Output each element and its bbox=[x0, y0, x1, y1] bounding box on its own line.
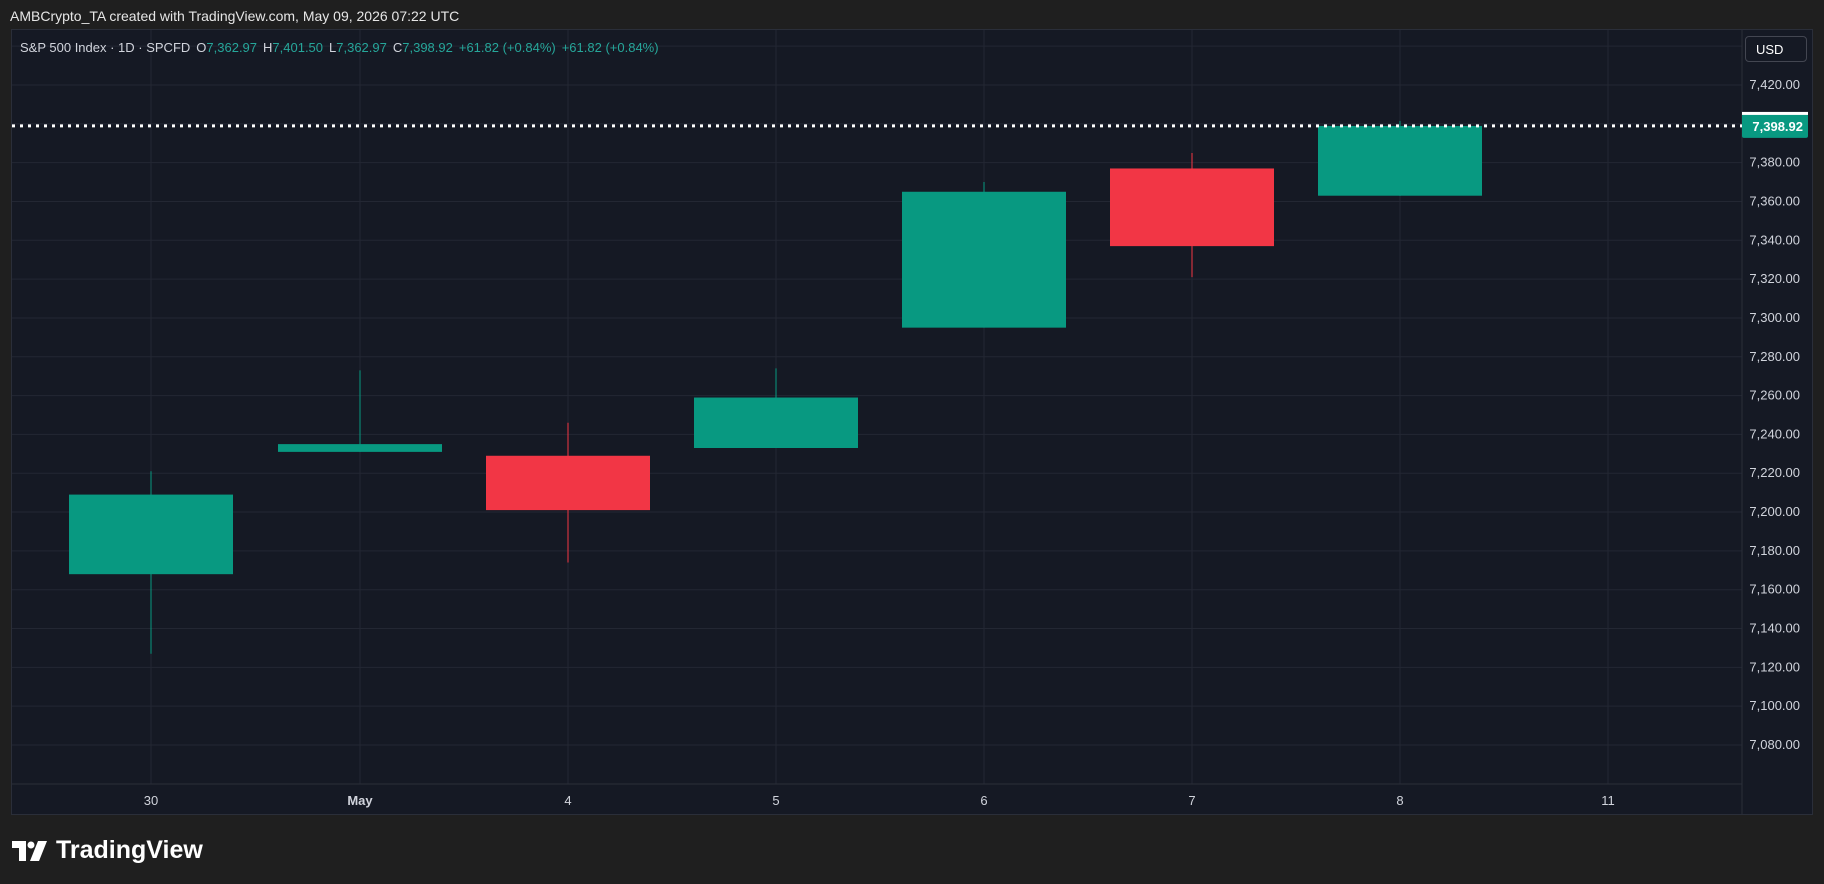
high-label: H bbox=[263, 40, 273, 55]
price-axis-label: 7,360.00 bbox=[1749, 193, 1800, 208]
low-value: 7,362.97 bbox=[336, 40, 387, 55]
close-label: C bbox=[392, 40, 403, 55]
last-price-tag-marker bbox=[1742, 111, 1808, 115]
price-axis-label: 7,300.00 bbox=[1749, 310, 1800, 325]
price-axis-label: 7,120.00 bbox=[1749, 659, 1800, 674]
price-axis-label: 7,280.00 bbox=[1749, 349, 1800, 364]
candlestick-chart[interactable]: 7,080.00 7,100.00 7,120.00 7,140.00 7,160.00… bbox=[0, 0, 1824, 884]
candle[interactable] bbox=[694, 368, 858, 448]
close-value: 7,398.92 bbox=[402, 40, 453, 55]
price-axis-label: 7,140.00 bbox=[1749, 621, 1800, 636]
tradingview-logo[interactable]: TradingView bbox=[12, 836, 203, 865]
candle[interactable] bbox=[278, 370, 442, 452]
candle-body bbox=[486, 455, 650, 511]
last-price-tag-label: 7,398.92 bbox=[1752, 119, 1803, 134]
price-axis-label: 7,320.00 bbox=[1749, 271, 1800, 286]
time-axis-label: 30 bbox=[144, 793, 158, 808]
candle[interactable] bbox=[1110, 152, 1274, 278]
candle[interactable] bbox=[902, 182, 1066, 328]
currency-button[interactable]: USD bbox=[1745, 36, 1807, 62]
price-axis-label: 7,420.00 bbox=[1749, 77, 1800, 92]
time-axis[interactable]: 30 May 4 5 6 7 8 11 bbox=[144, 793, 1615, 808]
price-axis[interactable]: 7,080.00 7,100.00 7,120.00 7,140.00 7,160.00… bbox=[1749, 77, 1800, 752]
price-axis-label: 7,380.00 bbox=[1749, 155, 1800, 170]
brand-name: TradingView bbox=[56, 836, 203, 864]
time-axis-label: 7 bbox=[1188, 793, 1195, 808]
tradingview-logo-icon bbox=[12, 840, 47, 861]
change-value: +61.82 (+0.84%) bbox=[458, 40, 556, 55]
symbol-name: S&P 500 Index · 1D · SPCFD bbox=[20, 40, 191, 55]
price-axis-label: 7,080.00 bbox=[1749, 737, 1800, 752]
candle-body bbox=[1110, 168, 1274, 247]
time-axis-label: May bbox=[347, 793, 373, 808]
candle[interactable] bbox=[69, 471, 233, 654]
open-value: 7,362.97 bbox=[206, 40, 258, 55]
time-axis-label: 5 bbox=[772, 793, 779, 808]
open-label: O bbox=[196, 40, 207, 55]
time-axis-label: 6 bbox=[980, 793, 987, 808]
candle-body bbox=[69, 494, 233, 575]
price-axis-label: 7,100.00 bbox=[1749, 698, 1800, 713]
grid-lines bbox=[12, 30, 1743, 814]
price-axis-label: 7,340.00 bbox=[1749, 232, 1800, 247]
time-axis-label: 11 bbox=[1601, 793, 1615, 808]
candle-body bbox=[278, 444, 442, 452]
last-price-tag: 7,398.92 bbox=[1742, 111, 1808, 138]
price-axis-label: 7,200.00 bbox=[1749, 504, 1800, 519]
change-value-secondary: +61.82 (+0.84%) bbox=[561, 40, 659, 55]
candle-body bbox=[1318, 125, 1482, 196]
price-axis-label: 7,240.00 bbox=[1749, 426, 1800, 441]
last-price-tag: 7,398.92 bbox=[1742, 111, 1808, 138]
price-axis-label: 7,180.00 bbox=[1749, 543, 1800, 558]
time-axis-label: 4 bbox=[564, 793, 571, 808]
symbol-legend: S&P 500 Index · 1D · SPCFD O7,362.97 H7,40… bbox=[20, 40, 659, 55]
price-axis-label: 7,160.00 bbox=[1749, 582, 1800, 597]
candle[interactable] bbox=[1318, 120, 1482, 196]
time-axis-label: 8 bbox=[1396, 793, 1403, 808]
price-axis-label: 7,220.00 bbox=[1749, 465, 1800, 480]
candle-body bbox=[902, 191, 1066, 328]
candle-body bbox=[694, 397, 858, 448]
high-value: 7,401.50 bbox=[272, 40, 324, 55]
price-axis-label: 7,260.00 bbox=[1749, 388, 1800, 403]
candle[interactable] bbox=[486, 422, 650, 563]
